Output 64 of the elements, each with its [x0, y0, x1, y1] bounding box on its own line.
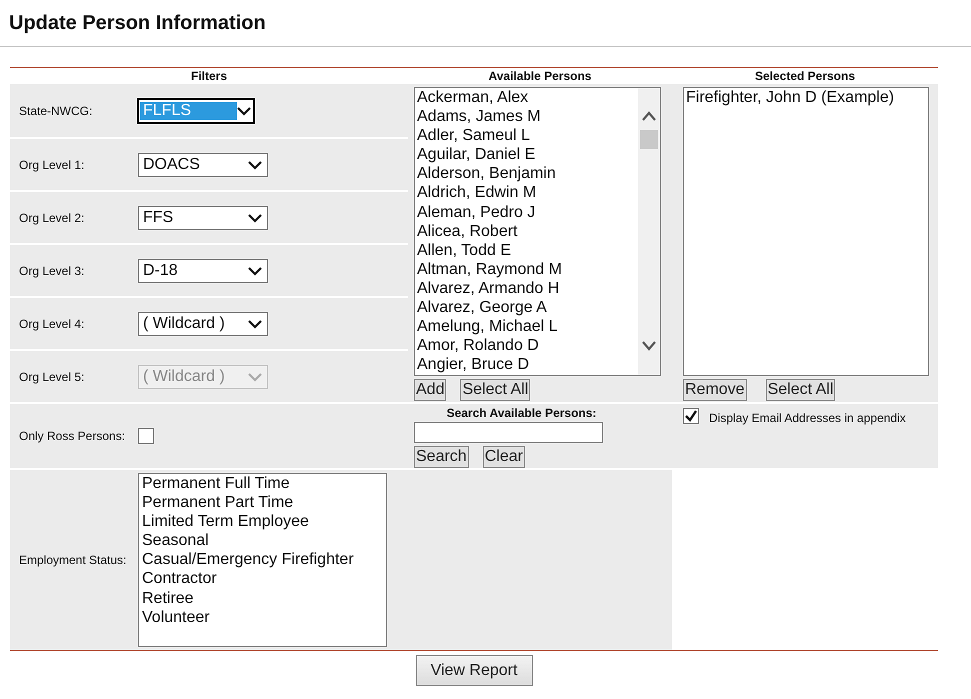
list-item[interactable]: Amelung, Michael L	[417, 317, 636, 336]
employment-status-list[interactable]: Permanent Full Time Permanent Part Time Limited Term Employee Seasonal Casual/Emergency Firefighter Contractor Retiree Volunteer	[138, 473, 387, 647]
list-item[interactable]: Limited Term Employee	[142, 512, 383, 532]
dropdown[interactable]: D-18	[138, 258, 268, 282]
list-item[interactable]: Firefighter, John D (Example)	[686, 88, 926, 108]
list-item[interactable]: Casual/Emergency Firefighter	[142, 550, 383, 570]
list-item[interactable]: Aguilar, Daniel E	[417, 145, 636, 164]
page-title: Update Person Information	[8, 11, 266, 36]
filter-label: Org Level 4:	[18, 316, 86, 330]
list-item[interactable]: Allen, Todd E	[417, 240, 636, 260]
chevron-down-icon	[237, 106, 251, 116]
list-item[interactable]: Seasonal	[142, 531, 383, 550]
filter-label: State-NWCG:	[18, 104, 94, 118]
list-item[interactable]: Ackerman, Alex	[417, 88, 636, 108]
column-header: Available Persons	[488, 68, 592, 84]
checkbox[interactable]	[138, 428, 154, 444]
list-item[interactable]: Adler, Sameul L	[417, 126, 636, 146]
chevron-down-icon	[248, 266, 262, 276]
list-button[interactable]: Select All	[460, 379, 530, 401]
search-button[interactable]: Clear	[482, 446, 525, 468]
search-button[interactable]: Search	[414, 446, 469, 468]
list-button[interactable]: Select All	[766, 379, 836, 401]
list-item[interactable]: Aldrich, Edwin M	[417, 183, 636, 203]
checkbox-label: Display Email Addresses in appendix	[709, 411, 906, 425]
list-item[interactable]: Adams, James M	[417, 107, 636, 126]
view-report-button[interactable]: View Report	[416, 655, 532, 686]
checkbox[interactable]	[683, 408, 699, 424]
list-item[interactable]: Volunteer	[142, 608, 383, 627]
scrollbar-thumb[interactable]	[640, 130, 658, 149]
filter-label: Org Level 1:	[18, 158, 86, 172]
list-item[interactable]: Contractor	[142, 569, 383, 589]
filter-label: Org Level 5:	[18, 370, 86, 384]
scroll-down-icon[interactable]	[641, 340, 657, 352]
column-header: Selected Persons	[754, 68, 856, 84]
list-button[interactable]: Add	[414, 379, 446, 401]
filter-label: Org Level 2:	[18, 210, 86, 224]
dropdown[interactable]: DOACS	[138, 152, 268, 176]
list-item[interactable]: Alicea, Robert	[417, 222, 636, 241]
filter-label: Only Ross Persons:	[18, 429, 126, 443]
search-label: Search Available Persons:	[446, 406, 598, 420]
list-item[interactable]: Angier, Bruce D	[417, 355, 636, 374]
list-item[interactable]: Retiree	[142, 588, 383, 608]
dropdown[interactable]: ( Wildcard )	[138, 312, 268, 336]
list-item[interactable]: Amor, Rolando D	[417, 336, 636, 356]
list-button[interactable]: Remove	[683, 379, 747, 401]
chevron-down-icon	[248, 372, 262, 382]
list-item[interactable]: Altman, Raymond M	[417, 260, 636, 279]
list-item[interactable]: Permanent Part Time	[142, 493, 383, 512]
scroll-up-icon[interactable]	[641, 110, 657, 122]
column-header: Filters	[190, 68, 228, 84]
search-field[interactable]	[414, 422, 603, 443]
list-item[interactable]: Permanent Full Time	[142, 474, 383, 494]
list-item[interactable]: Alderson, Benjamin	[417, 164, 636, 184]
dropdown[interactable]: FFS	[138, 206, 268, 230]
filter-label: Employment Status:	[18, 553, 128, 567]
list-item[interactable]: Aleman, Pedro J	[417, 202, 636, 222]
available-persons-list[interactable]	[414, 87, 661, 376]
selected-persons-list[interactable]: Firefighter, John D (Example)	[683, 87, 929, 376]
filter-label: Org Level 3:	[18, 264, 86, 278]
list-item[interactable]: Alvarez, Armando H	[417, 278, 636, 298]
chevron-down-icon	[248, 318, 262, 328]
chevron-down-icon	[248, 212, 262, 222]
chevron-down-icon	[248, 160, 262, 170]
list-item[interactable]: Alvarez, George A	[417, 298, 636, 318]
